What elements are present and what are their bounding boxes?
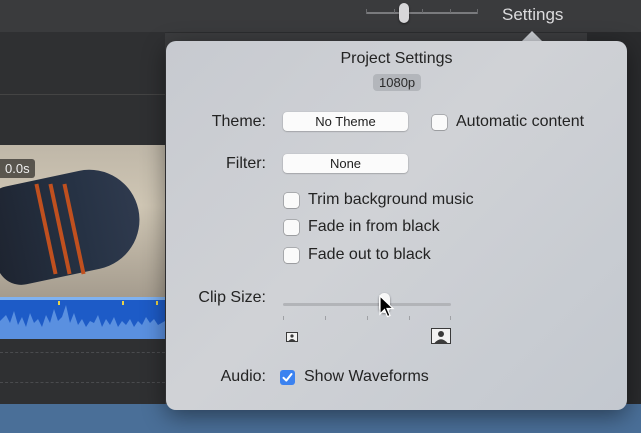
waveform-graphic — [0, 297, 165, 339]
audio-waveform-track[interactable] — [0, 297, 165, 339]
automatic-content-checkbox-row[interactable]: Automatic content — [432, 113, 584, 131]
automatic-content-label: Automatic content — [456, 113, 585, 130]
zoom-slider-track[interactable] — [366, 9, 478, 14]
slider-tick — [283, 316, 284, 320]
filter-popup-button[interactable]: None — [283, 154, 408, 173]
fade-out-checkbox[interactable] — [284, 247, 299, 263]
show-waveforms-checkbox[interactable] — [280, 369, 295, 385]
mouse-pointer-icon — [379, 295, 395, 318]
slider-tick — [325, 316, 326, 320]
show-waveforms-row[interactable]: Show Waveforms — [280, 368, 429, 386]
toolbar: Settings — [0, 0, 641, 33]
automatic-content-checkbox[interactable] — [432, 114, 447, 130]
trim-background-music-row[interactable]: Trim background music — [284, 191, 474, 209]
resolution-badge: 1080p — [373, 74, 422, 91]
trim-background-music-label: Trim background music — [308, 191, 474, 208]
checkmark-icon — [282, 372, 293, 382]
timeline-divider — [0, 352, 165, 353]
fade-out-label: Fade out to black — [308, 246, 431, 263]
slider-tick — [367, 316, 368, 320]
settings-button[interactable]: Settings — [502, 5, 563, 25]
clip-size-label: Clip Size: — [198, 289, 266, 306]
timeline-divider — [0, 382, 165, 383]
slider-tick — [409, 316, 410, 320]
slider-tick — [450, 316, 451, 320]
fade-out-row[interactable]: Fade out to black — [284, 246, 431, 264]
fade-in-checkbox[interactable] — [284, 219, 299, 235]
popover-title: Project Settings — [340, 50, 453, 67]
trim-background-music-checkbox[interactable] — [284, 192, 299, 208]
large-frame-icon — [431, 328, 451, 344]
clip-duration-label: 0.0s — [0, 159, 35, 178]
theme-label: Theme: — [211, 113, 266, 130]
show-waveforms-label: Show Waveforms — [304, 368, 429, 385]
audio-label: Audio: — [220, 368, 266, 385]
project-settings-popover: Project Settings 1080p Theme: No Theme A… — [166, 41, 627, 410]
fade-in-label: Fade in from black — [308, 218, 440, 235]
timeline-ruler — [0, 94, 165, 95]
zoom-slider-knob[interactable] — [399, 3, 409, 23]
clip-size-slider-track[interactable] — [283, 303, 451, 306]
filter-label: Filter: — [226, 155, 266, 172]
theme-popup-button[interactable]: No Theme — [283, 112, 408, 131]
fade-in-row[interactable]: Fade in from black — [284, 218, 440, 236]
small-frame-icon — [286, 332, 298, 342]
